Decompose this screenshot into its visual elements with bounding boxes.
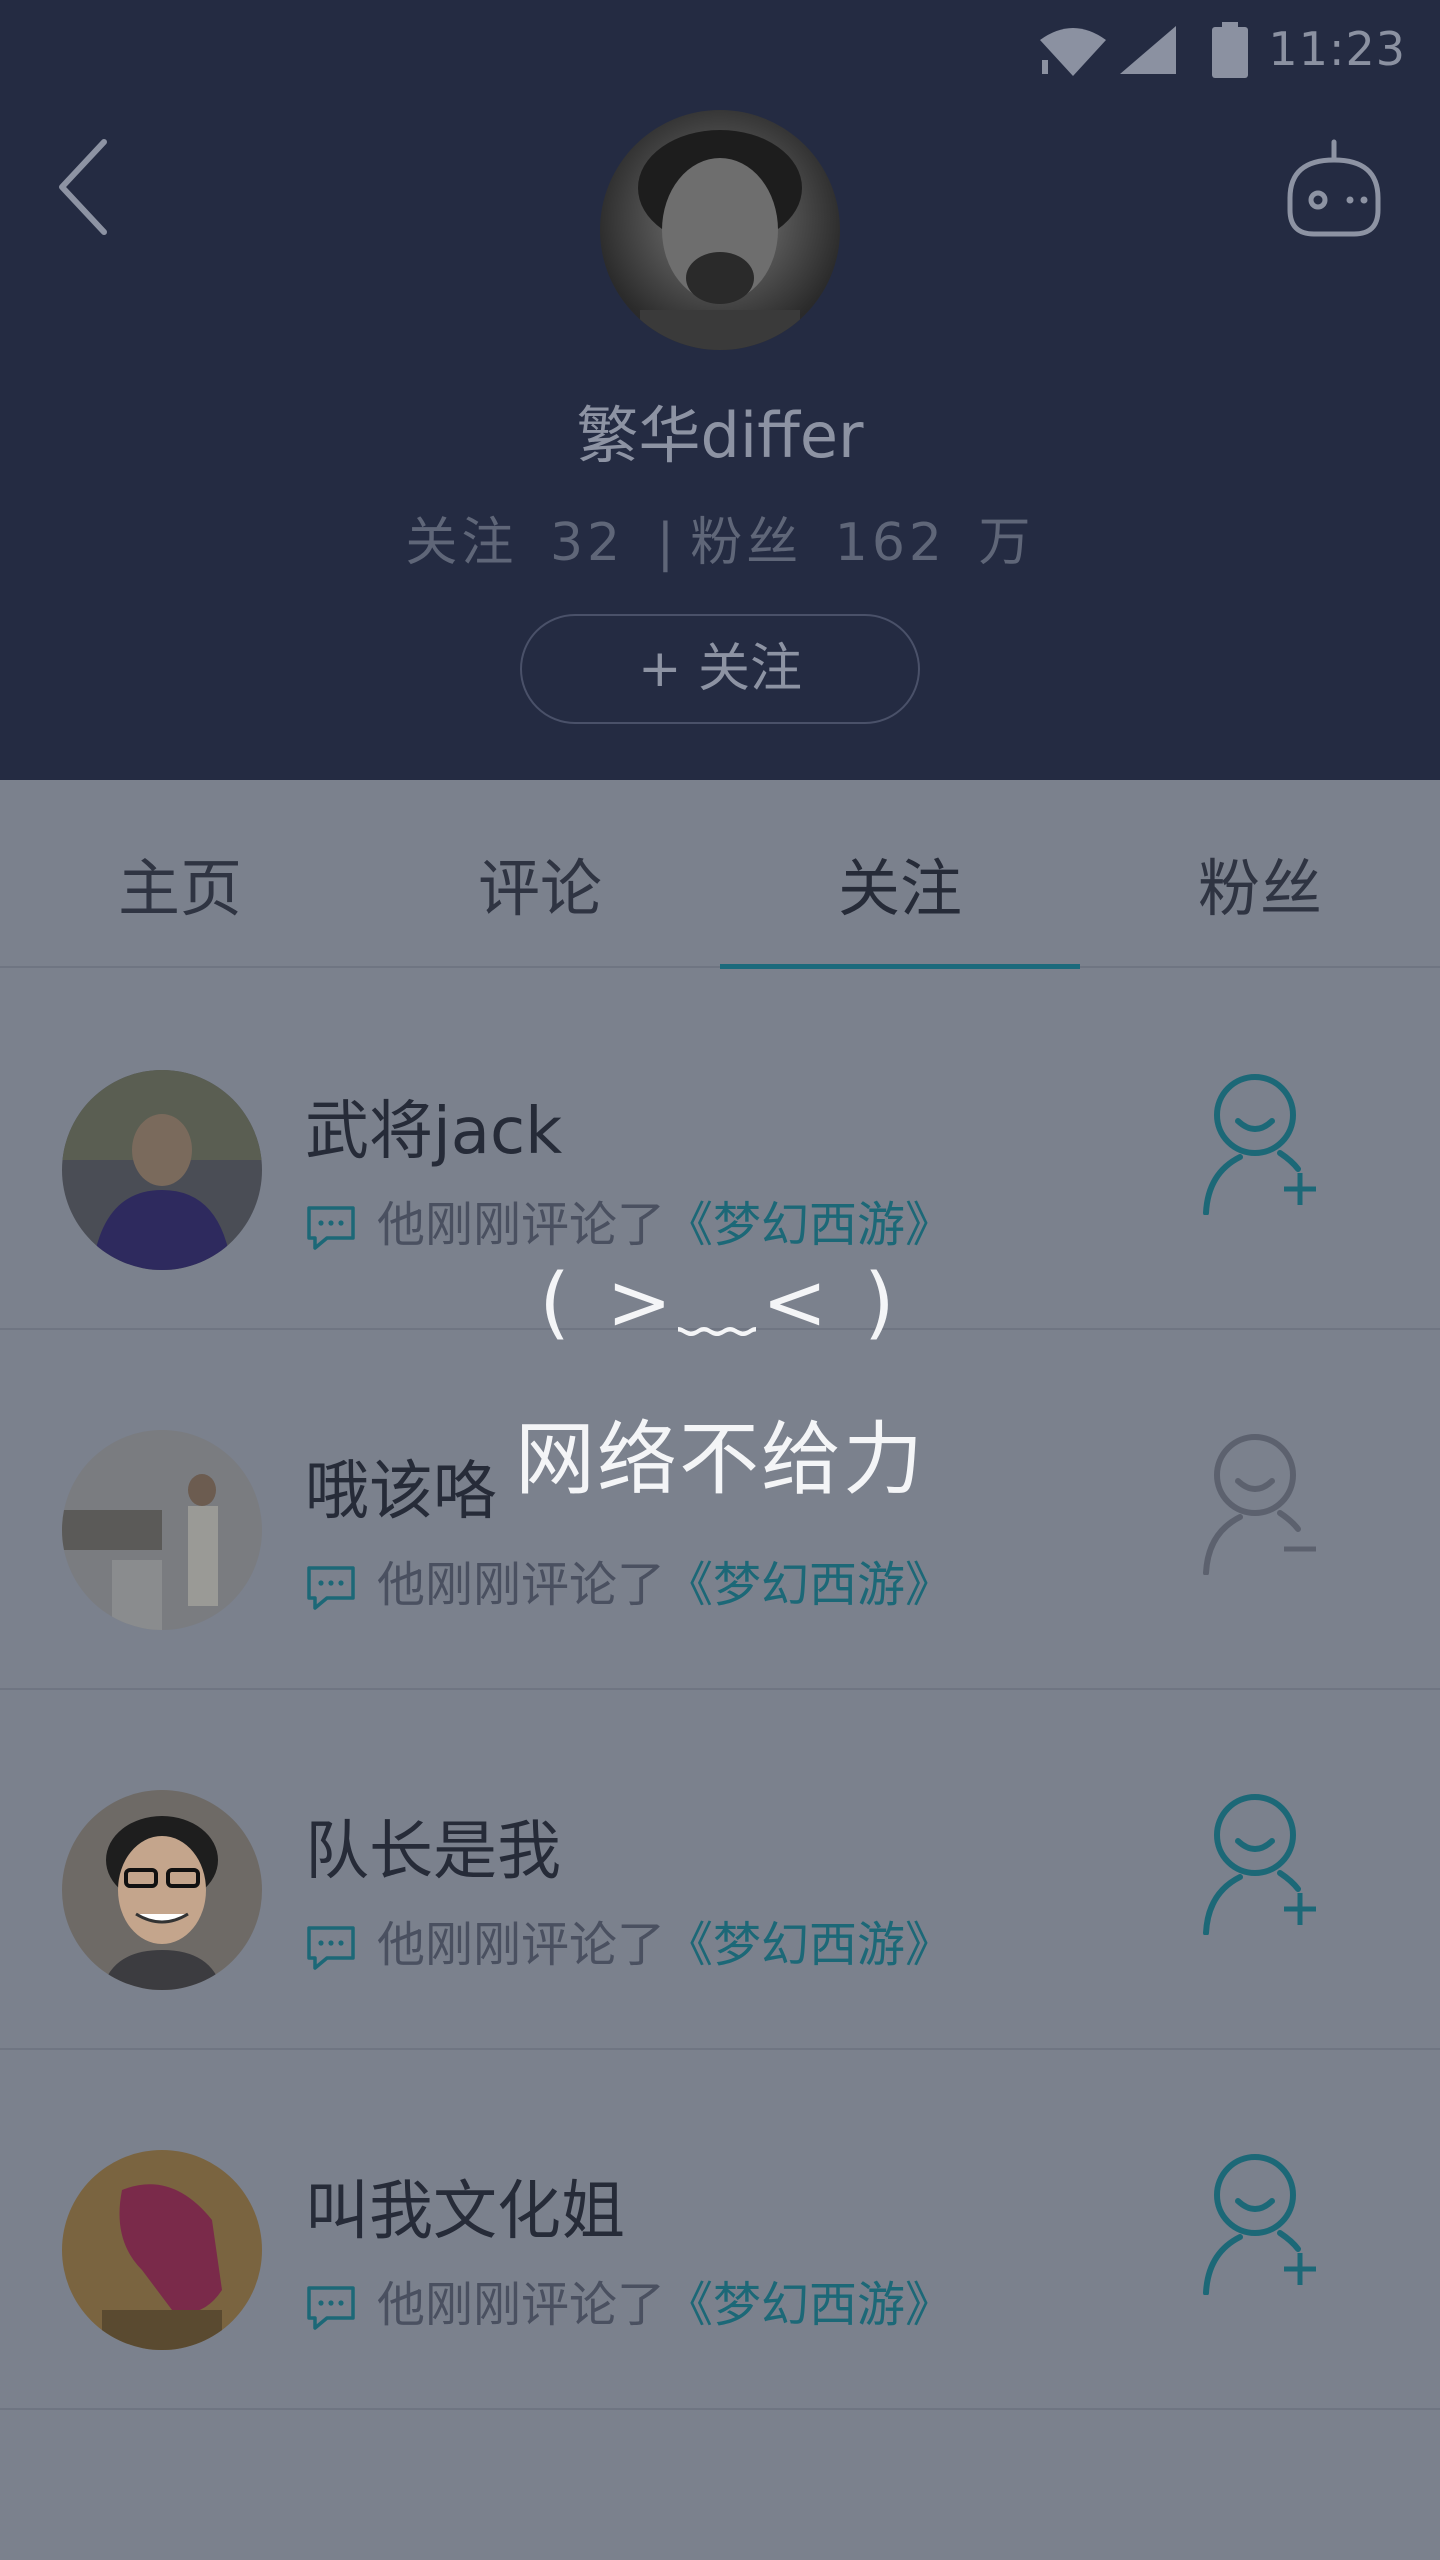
user-name: 武将jack — [305, 1095, 563, 1169]
comment-icon — [307, 1566, 355, 1610]
game-link[interactable]: 《梦幻西游》 — [665, 2277, 953, 2333]
profile-name: 繁华differ — [576, 399, 864, 472]
tab-following[interactable]: 关注 — [720, 780, 1080, 968]
list-item[interactable]: 队长是我 他刚刚评论了《梦幻西游》 — [0, 1690, 1440, 2050]
profile-avatar[interactable] — [600, 110, 840, 350]
stats-separator: | — [656, 513, 679, 573]
avatar[interactable] — [62, 2150, 262, 2350]
network-error-message: 网络不给力 — [515, 1413, 925, 1506]
avatar-image — [62, 2150, 262, 2350]
game-link[interactable]: 《梦幻西游》 — [665, 1557, 953, 1613]
back-arrow-icon[interactable] — [52, 132, 122, 242]
active-tab-indicator — [720, 964, 1080, 969]
user-activity: 他刚刚评论了《梦幻西游》 — [305, 1545, 953, 1615]
fans-count: 162 — [834, 513, 947, 573]
game-link[interactable]: 《梦幻西游》 — [665, 1917, 953, 1973]
activity-text: 他刚刚评论了 — [377, 1917, 666, 1973]
fans-count-label: 粉丝 — [690, 513, 803, 573]
user-name: 队长是我 — [305, 1815, 561, 1889]
error-emoticon: ( >﹏< ) — [539, 1258, 901, 1348]
comment-icon — [307, 2286, 355, 2330]
tab-bar: 主页 评论 关注 粉丝 — [0, 780, 1440, 968]
follow-button[interactable]: + 关注 — [520, 614, 920, 724]
avatar-image — [62, 1790, 262, 1990]
tab-comments[interactable]: 评论 — [360, 780, 720, 968]
activity-text: 他刚刚评论了 — [377, 2277, 666, 2333]
follow-count-label: 关注 — [405, 513, 518, 573]
fans-count-unit: 万 — [978, 513, 1035, 573]
user-activity: 他刚刚评论了《梦幻西游》 — [305, 2265, 953, 2335]
signal-icon — [1120, 26, 1176, 74]
status-time: 11:23 — [1268, 22, 1406, 76]
tab-fans[interactable]: 粉丝 — [1080, 780, 1440, 968]
list-item[interactable]: 叫我文化姐 他刚刚评论了《梦幻西游》 — [0, 2050, 1440, 2410]
avatar[interactable] — [62, 1790, 262, 1990]
add-follow-icon[interactable] — [1200, 1785, 1330, 1935]
profile-stats: 关注 32 | 粉丝 162 万 — [0, 500, 1440, 575]
wifi-icon — [1040, 28, 1106, 76]
tab-home[interactable]: 主页 — [0, 780, 360, 968]
user-activity: 他刚刚评论了《梦幻西游》 — [305, 1905, 953, 1975]
follow-count: 32 — [549, 513, 625, 573]
robot-icon[interactable] — [1278, 138, 1390, 250]
profile-header: 11:23 繁华differ 关注 32 | 粉丝 162 万 + 关注 — [0, 0, 1440, 780]
battery-icon — [1212, 22, 1248, 78]
status-bar: 11:23 — [0, 0, 1440, 100]
profile-avatar-image — [638, 130, 802, 350]
activity-text: 他刚刚评论了 — [377, 1557, 666, 1613]
user-name: 叫我文化姐 — [305, 2175, 625, 2249]
comment-icon — [307, 1926, 355, 1970]
add-follow-icon[interactable] — [1200, 2145, 1330, 2295]
add-follow-icon[interactable] — [1200, 1065, 1330, 1215]
